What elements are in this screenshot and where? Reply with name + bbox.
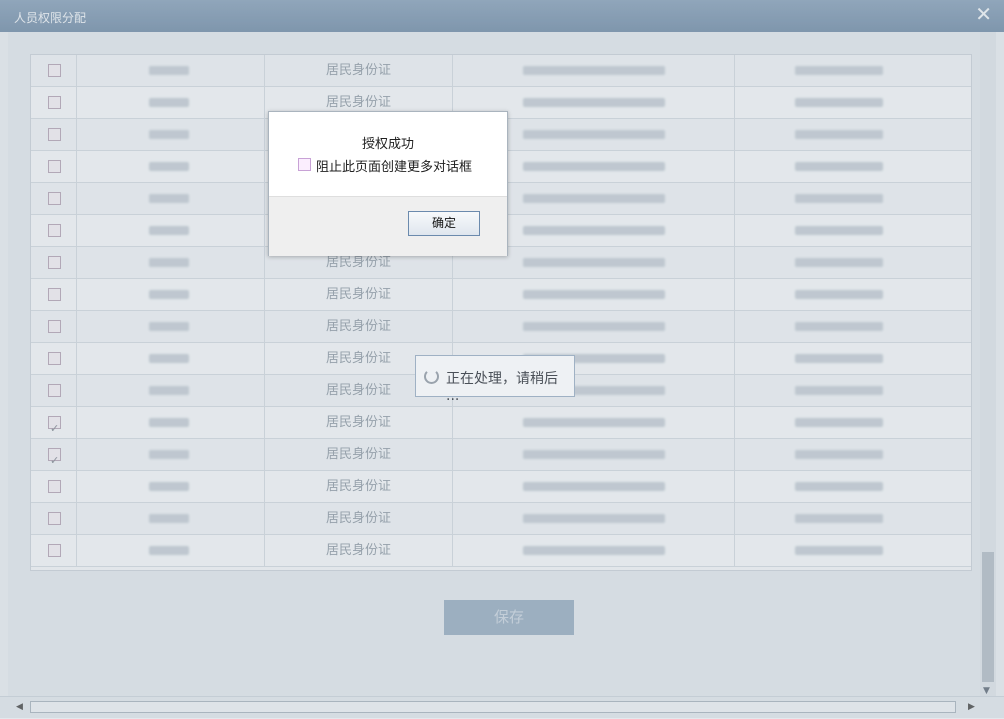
- block-dialogs-checkbox[interactable]: [298, 158, 311, 171]
- alert-footer: 确定: [269, 196, 507, 256]
- loading-indicator: 正在处理，请稍后 ...: [415, 355, 575, 404]
- spinner-icon: [424, 369, 439, 384]
- loading-text: 正在处理，请稍后 ...: [446, 371, 558, 404]
- alert-message: 授权成功: [361, 137, 414, 152]
- alert-dialog: 授权成功 阻止此页面创建更多对话框 确定: [268, 111, 508, 256]
- block-dialogs-label: 阻止此页面创建更多对话框: [316, 160, 473, 175]
- ok-button[interactable]: 确定: [408, 211, 480, 236]
